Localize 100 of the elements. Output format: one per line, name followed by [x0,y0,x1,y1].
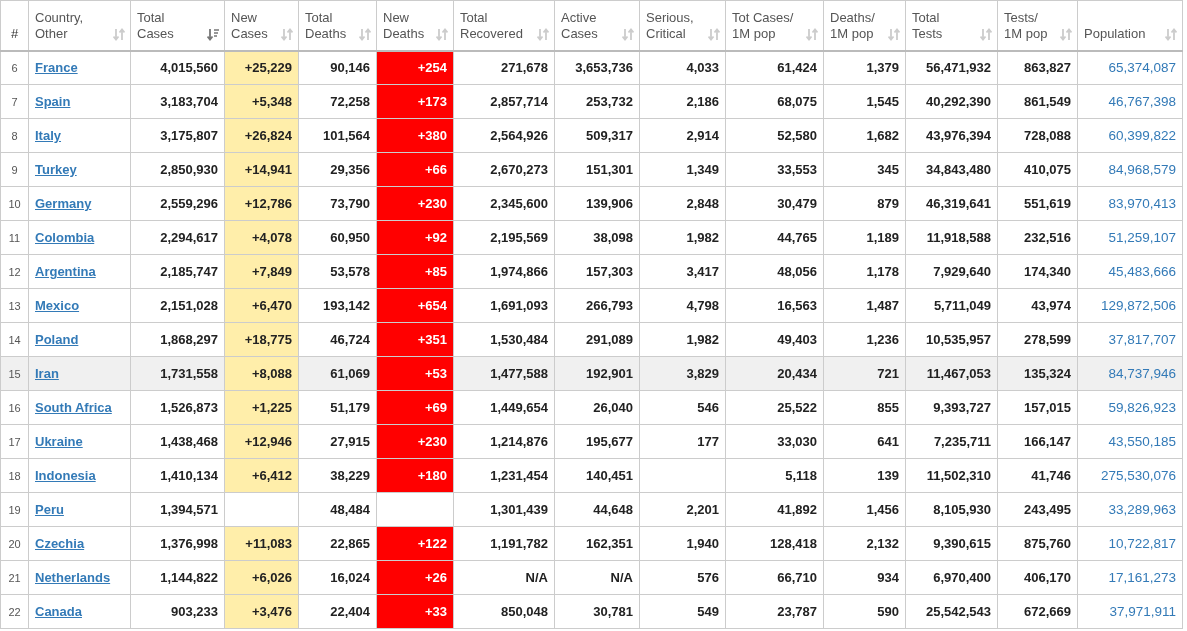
table-cell: 4,015,560 [130,50,225,85]
column-label: Total Cases [137,9,174,42]
country-link[interactable]: Mexico [35,298,80,313]
country-link[interactable]: Czechia [35,536,85,551]
table-cell: 850,048 [453,594,555,629]
row-number: 13 [0,288,29,323]
table-cell: +25,229 [224,50,299,85]
table-cell: 10,535,957 [905,322,998,357]
table-cell: 2,670,273 [453,152,555,187]
table-cell: 73,790 [298,186,377,221]
country-link[interactable]: Canada [35,604,82,619]
table-cell: 1,410,134 [130,458,225,493]
table-cell: 3,175,807 [130,118,225,153]
table-cell: 903,233 [130,594,225,629]
table-cell: N/A [554,560,640,595]
table-cell: 861,549 [997,84,1078,119]
country-link[interactable]: Italy [35,128,61,143]
table-cell: 7,929,640 [905,254,998,289]
table-cell: 7,235,711 [905,424,998,459]
country-link[interactable]: Colombia [35,230,95,245]
country-link[interactable]: Spain [35,94,71,109]
table-cell: 60,399,822 [1077,118,1183,153]
table-cell: 2,559,296 [130,186,225,221]
sort-icon[interactable] [537,27,549,41]
table-cell: 30,781 [554,594,640,629]
table-cell: 1,178 [823,254,906,289]
sort-icon[interactable] [622,27,634,41]
row-number: 7 [0,84,29,119]
country-link[interactable]: Poland [35,332,79,347]
table-cell: 43,974 [997,288,1078,323]
table-cell: N/A [453,560,555,595]
table-cell: 1,236 [823,322,906,357]
sort-icon[interactable] [113,27,125,41]
country-link[interactable]: Germany [35,196,92,211]
table-cell: 33,289,963 [1077,492,1183,527]
table-cell: 875,760 [997,526,1078,561]
table-cell: 2,848 [639,186,726,221]
country-link[interactable]: Iran [35,366,59,381]
sort-icon[interactable] [1060,27,1072,41]
column-label: Total Tests [912,9,943,42]
table-cell: 6,970,400 [905,560,998,595]
row-number: 10 [0,186,29,221]
table-cell: 195,677 [554,424,640,459]
table-cell: +92 [376,220,454,255]
table-cell: +122 [376,526,454,561]
sort-icon[interactable] [1165,27,1177,41]
column-label: Total Recovered [460,9,523,42]
table-cell: 1,191,782 [453,526,555,561]
table-cell: 52,580 [725,118,824,153]
sort-icon[interactable] [980,27,992,41]
table-cell: 37,817,707 [1077,322,1183,357]
table-cell: +380 [376,118,454,153]
country-link[interactable]: Ukraine [35,434,83,449]
table-cell: 11,467,053 [905,356,998,391]
table-cell: +53 [376,356,454,391]
country-link[interactable]: France [35,60,78,76]
table-cell: 879 [823,186,906,221]
table-cell: 8,105,930 [905,492,998,527]
country-link[interactable]: Peru [35,502,64,517]
table-cell: +5,348 [224,84,299,119]
table-cell: +3,476 [224,594,299,629]
table-cell: 1,545 [823,84,906,119]
row-number: 15 [0,356,29,391]
row-number: 21 [0,560,29,595]
column-label: Tot Cases/ 1M pop [732,9,794,42]
country-link[interactable]: South Africa [35,400,112,415]
table-cell: 59,826,923 [1077,390,1183,425]
table-cell: 139 [823,458,906,493]
column-label: New Cases [231,9,268,42]
table-cell: 128,418 [725,526,824,561]
table-cell: +654 [376,288,454,323]
table-cell: 30,479 [725,186,824,221]
table-cell: 576 [639,560,726,595]
table-cell: 3,183,704 [130,84,225,119]
table-cell: 29,356 [298,152,377,187]
table-cell: 22,404 [298,594,377,629]
table-cell: +230 [376,424,454,459]
table-cell: 38,229 [298,458,377,493]
table-cell: +4,078 [224,220,299,255]
country-link[interactable]: Netherlands [35,570,111,585]
sort-icon[interactable] [436,27,448,41]
sort-descending-icon[interactable] [207,27,219,41]
sort-icon[interactable] [281,27,293,41]
table-cell: 44,765 [725,220,824,255]
table-cell: +12,786 [224,186,299,221]
table-cell: 43,550,185 [1077,424,1183,459]
table-cell: 16,563 [725,288,824,323]
country-link[interactable]: Indonesia [35,468,96,483]
table-cell: 83,970,413 [1077,186,1183,221]
table-cell: +8,088 [224,356,299,391]
sort-icon[interactable] [359,27,371,41]
sort-icon[interactable] [806,27,818,41]
table-cell: 48,484 [298,492,377,527]
table-cell: 2,564,926 [453,118,555,153]
table-cell: 90,146 [298,50,377,85]
sort-icon[interactable] [888,27,900,41]
sort-icon[interactable] [708,27,720,41]
table-cell: 17,161,273 [1077,560,1183,595]
country-link[interactable]: Argentina [35,264,96,279]
country-link[interactable]: Turkey [35,162,77,177]
